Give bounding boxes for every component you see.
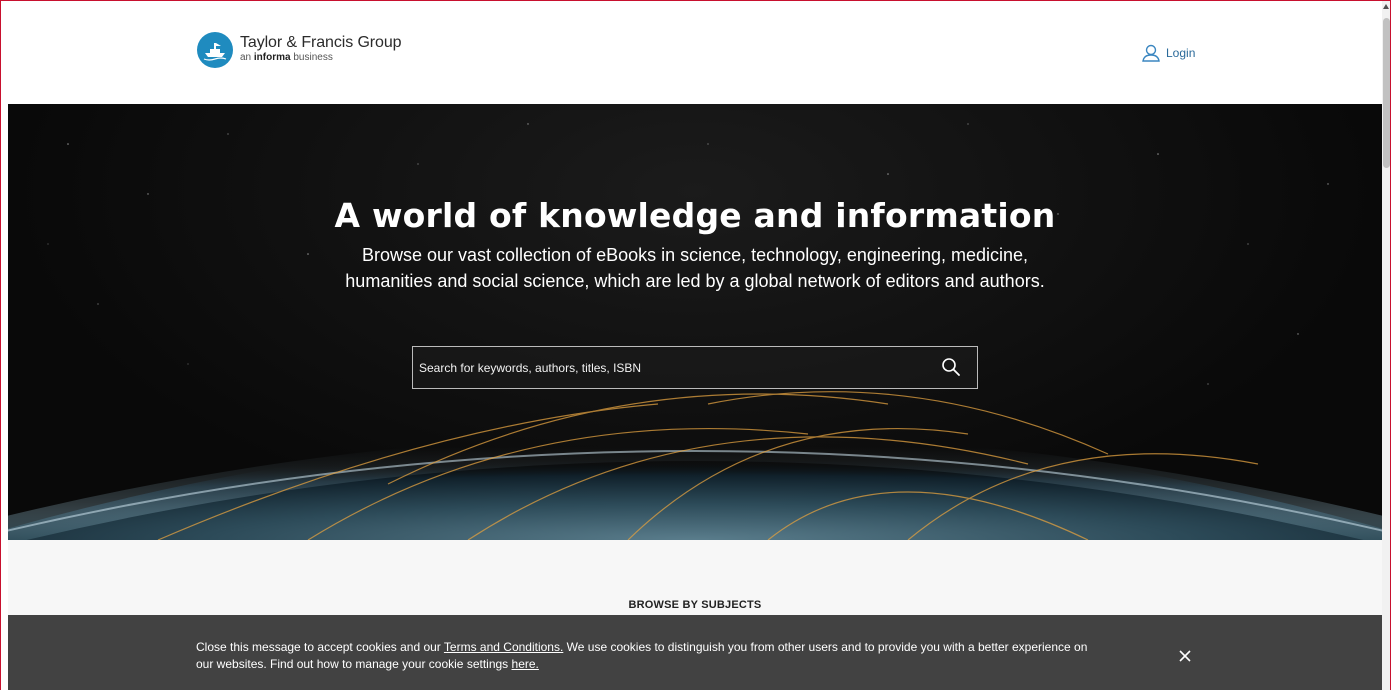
login-label: Login (1166, 46, 1196, 60)
cookie-banner: Close this message to accept cookies and… (8, 615, 1382, 690)
cookie-close-button[interactable] (1179, 649, 1191, 667)
user-icon (1142, 44, 1160, 62)
brand-tag-suffix: business (293, 52, 333, 63)
brand-logo[interactable]: Taylor & Francis Group an informa busine… (197, 32, 402, 68)
cookie-text-intro: Close this message to accept cookies and… (196, 640, 444, 654)
browse-subjects-heading: BROWSE BY SUBJECTS (628, 599, 762, 611)
taylor-francis-logo-icon (197, 32, 233, 68)
login-button[interactable]: Login (1141, 44, 1195, 62)
cookie-settings-link[interactable]: here. (512, 657, 539, 671)
cookie-message: Close this message to accept cookies and… (196, 639, 1096, 673)
hero-subtitle: Browse our vast collection of eBooks in … (345, 245, 1045, 291)
search-icon (942, 358, 960, 376)
brand-text: Taylor & Francis Group an informa busine… (240, 34, 402, 64)
hero-title: A world of knowledge and information (334, 196, 1056, 235)
search-button[interactable] (941, 357, 961, 382)
search-input[interactable] (413, 347, 933, 388)
scroll-up-arrow[interactable] (1383, 4, 1389, 9)
close-icon (1179, 650, 1191, 662)
terms-link[interactable]: Terms and Conditions. (444, 640, 563, 654)
scrollbar[interactable] (1382, 0, 1391, 690)
brand-name: Taylor & Francis Group (240, 34, 402, 51)
browse-subjects-section: BROWSE BY SUBJECTS (8, 540, 1382, 620)
earth-background-image (8, 123, 1382, 540)
site-header: Taylor & Francis Group an informa busine… (8, 8, 1382, 104)
hero-banner: A world of knowledge and information Bro… (8, 104, 1382, 540)
scrollbar-thumb[interactable] (1383, 18, 1390, 168)
search-box (412, 346, 978, 389)
brand-tagline: an informa business (240, 52, 401, 64)
brand-tag-bold: informa (253, 52, 291, 63)
brand-tag-prefix: an (240, 52, 252, 63)
